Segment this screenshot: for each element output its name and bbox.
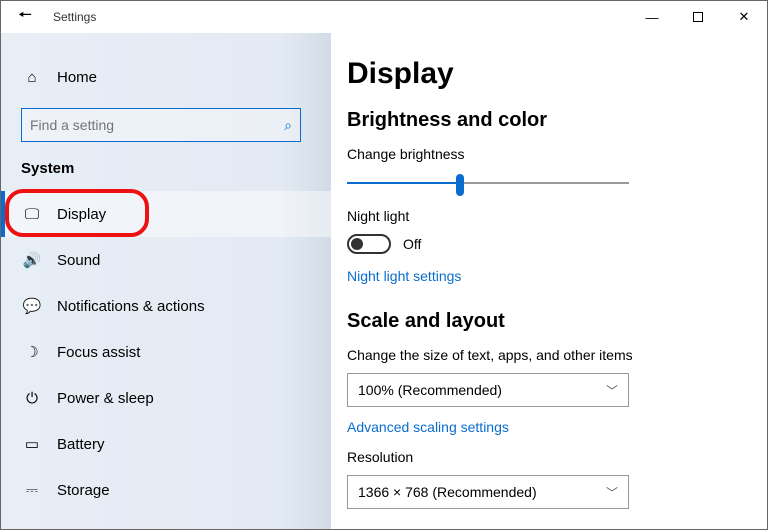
section-brightness-color: Brightness and color [347,109,747,132]
sidebar-item-storage[interactable]: ⎓ Storage [1,467,331,513]
toggle-knob [351,238,363,250]
content-pane: Display Brightness and color Change brig… [331,33,767,529]
sidebar-item-sound[interactable]: 🔊 Sound [1,237,331,283]
sidebar-item-notifications[interactable]: 💬 Notifications & actions [1,283,331,329]
brightness-label: Change brightness [347,146,747,162]
sidebar-item-label: Power & sleep [57,390,154,407]
titlebar: 🠔 Settings — ✕ [1,1,767,33]
chevron-down-icon: ﹀ [606,382,618,399]
resolution-value: 1366 × 768 (Recommended) [358,484,537,500]
notifications-icon: 💬 [21,297,43,315]
window-controls: — ✕ [629,1,767,33]
focus-assist-icon: ☽ [21,343,43,361]
sound-icon: 🔊 [21,251,43,269]
settings-window: 🠔 Settings — ✕ ⌂ Home ⌕ System 🖵 Displa [0,0,768,530]
sidebar-item-power-sleep[interactable]: ⏻ Power & sleep [1,375,331,421]
window-title: Settings [53,10,96,24]
search-input[interactable] [30,117,284,133]
storage-icon: ⎓ [21,482,43,499]
sidebar-item-label: Sound [57,252,100,269]
resolution-select[interactable]: 1366 × 768 (Recommended) ﹀ [347,475,629,509]
advanced-scaling-link[interactable]: Advanced scaling settings [347,419,509,435]
scale-select[interactable]: 100% (Recommended) ﹀ [347,373,629,407]
night-light-state: Off [403,236,421,252]
home-link[interactable]: ⌂ Home [1,58,331,96]
chevron-down-icon: ﹀ [606,484,618,501]
home-label: Home [57,69,97,86]
sidebar-item-label: Storage [57,482,110,499]
category-header: System [1,160,331,177]
close-button[interactable]: ✕ [721,1,767,33]
sidebar-item-display[interactable]: 🖵 Display [1,191,331,237]
maximize-button[interactable] [675,1,721,33]
page-title: Display [347,57,747,91]
night-light-settings-link[interactable]: Night light settings [347,268,461,284]
display-icon: 🖵 [21,206,43,223]
search-icon: ⌕ [284,117,292,134]
minimize-button[interactable]: — [629,1,675,33]
battery-icon: ▭ [21,435,43,453]
search-box[interactable]: ⌕ [21,108,301,142]
resolution-label: Resolution [347,449,747,465]
night-light-label: Night light [347,208,747,224]
scale-label: Change the size of text, apps, and other… [347,347,747,363]
scale-value: 100% (Recommended) [358,382,502,398]
back-button[interactable]: 🠔 [9,4,41,31]
sidebar-item-label: Notifications & actions [57,298,205,315]
slider-fill [347,182,460,184]
power-icon: ⏻ [21,390,43,407]
slider-thumb[interactable] [456,174,464,196]
home-icon: ⌂ [21,69,43,86]
sidebar: ⌂ Home ⌕ System 🖵 Display 🔊 Sound 💬 Not [1,33,331,529]
body: ⌂ Home ⌕ System 🖵 Display 🔊 Sound 💬 Not [1,33,767,529]
brightness-slider[interactable] [347,172,629,196]
sidebar-item-label: Focus assist [57,344,140,361]
sidebar-item-label: Battery [57,436,105,453]
sidebar-item-focus-assist[interactable]: ☽ Focus assist [1,329,331,375]
sidebar-item-label: Display [57,206,106,223]
section-scale-layout: Scale and layout [347,310,747,333]
sidebar-item-battery[interactable]: ▭ Battery [1,421,331,467]
night-light-toggle[interactable] [347,234,391,254]
